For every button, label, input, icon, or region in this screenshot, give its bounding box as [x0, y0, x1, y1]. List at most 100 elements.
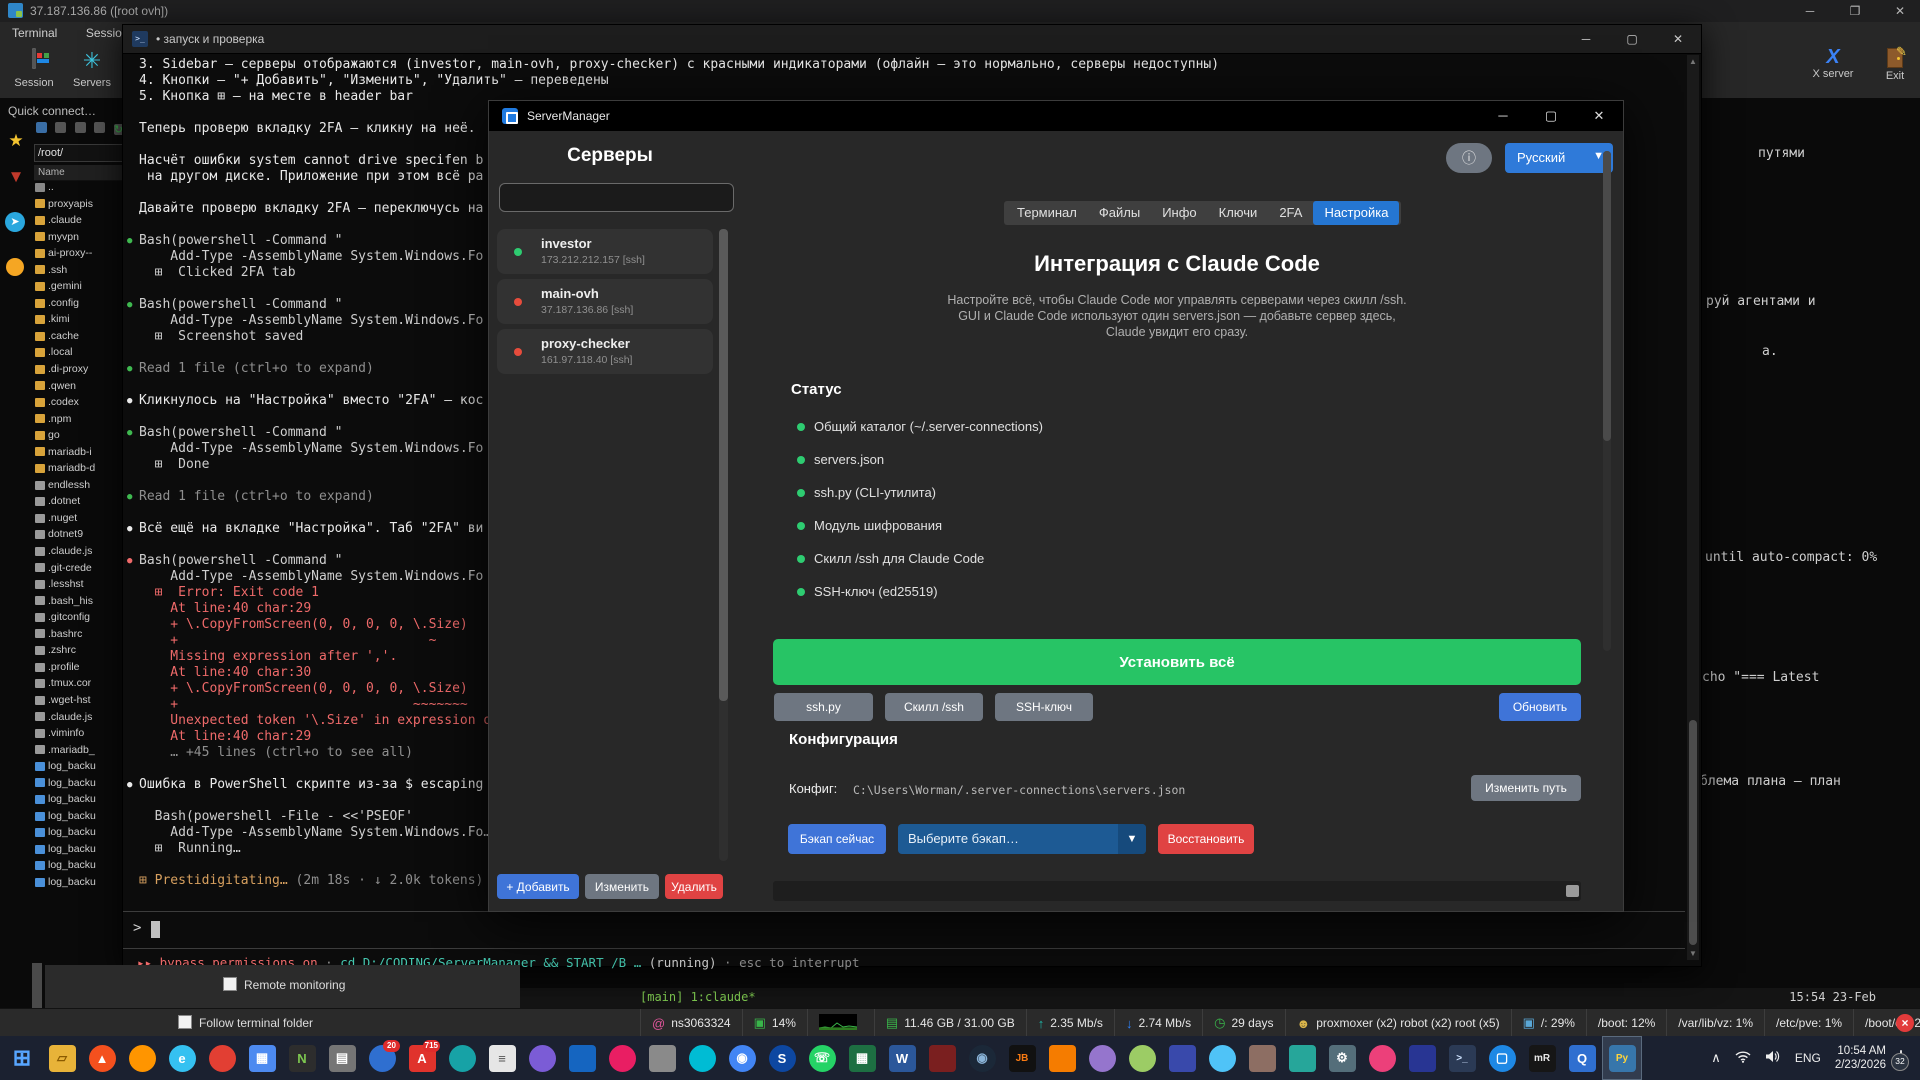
toolbar-exit-button[interactable]: Exit [1868, 46, 1920, 82]
file-tree-item[interactable]: .tmux.cor [34, 677, 123, 694]
server-list-item[interactable]: proxy-checker161.97.118.40 [ssh] [497, 329, 713, 374]
servermanager-close-button[interactable]: ✕ [1575, 101, 1623, 131]
edge-taskbar-icon[interactable]: e [162, 1036, 202, 1080]
backup-now-button[interactable]: Бэкап сейчас [788, 824, 886, 854]
add-server-button[interactable]: + Добавить [497, 874, 579, 899]
file-tree-item[interactable]: .claude.js [34, 711, 123, 728]
brave-taskbar-icon[interactable]: ▲ [82, 1036, 122, 1080]
edit-server-button[interactable]: Изменить [585, 874, 659, 899]
sidebar-grip[interactable] [32, 963, 42, 1008]
server-list-item[interactable]: main-ovh37.187.136.86 [ssh] [497, 279, 713, 324]
follow-terminal-folder-option[interactable]: Follow terminal folder [178, 1015, 313, 1030]
python-taskbar-icon[interactable]: Py [1602, 1036, 1642, 1080]
file-tree-item[interactable]: .ssh [34, 264, 123, 281]
vnc-viewer-taskbar-icon[interactable]: ▢ [1482, 1036, 1522, 1080]
tab-терминал[interactable]: Терминал [1006, 201, 1088, 225]
files-name-header[interactable]: Name [34, 165, 127, 181]
file-tree-item[interactable]: log_backu [34, 793, 123, 810]
file-tree-item[interactable]: .qwen [34, 380, 123, 397]
terminal-minimize-button[interactable]: ─ [1563, 25, 1609, 53]
restore-button[interactable]: Восстановить [1158, 824, 1254, 854]
file-tree-item[interactable]: .local [34, 346, 123, 363]
app-teal-taskbar-icon[interactable] [1282, 1036, 1322, 1080]
firefox-taskbar-icon[interactable] [122, 1036, 162, 1080]
file-tree-item[interactable]: proxyapis [34, 198, 123, 215]
server-list-scrollbar[interactable] [719, 229, 728, 861]
remote-monitoring-checkbox[interactable] [223, 977, 237, 991]
file-tree-item[interactable]: .lesshst [34, 578, 123, 595]
toolbar-session-button[interactable]: Session [6, 48, 62, 91]
discord-taskbar-icon[interactable] [522, 1036, 562, 1080]
file-tree-item[interactable]: myvpn [34, 231, 123, 248]
file-tree-item[interactable]: .wget-hst [34, 694, 123, 711]
file-tree-item[interactable]: .gitconfig [34, 611, 123, 628]
file-tree-item[interactable]: go [34, 429, 123, 446]
file-explorer-taskbar-icon[interactable]: ▱ [42, 1036, 82, 1080]
settings-app-taskbar-icon[interactable]: ⚙ [1322, 1036, 1362, 1080]
app-rose-taskbar-icon[interactable] [1362, 1036, 1402, 1080]
mobaxterm-close-button[interactable]: ✕ [1880, 0, 1920, 22]
file-tree-item[interactable]: .. [34, 181, 123, 198]
install-sshpy-button[interactable]: ssh.py [774, 693, 873, 721]
menu-terminal[interactable]: Terminal [0, 22, 69, 44]
remote-app-taskbar-icon[interactable]: 20 [362, 1036, 402, 1080]
obs-taskbar-icon[interactable] [442, 1036, 482, 1080]
file-tree-item[interactable]: .viminfo [34, 727, 123, 744]
whatsapp-taskbar-icon[interactable]: ☏ [802, 1036, 842, 1080]
toolbar-xserver-button[interactable]: X X server [1806, 46, 1860, 80]
powershell-taskbar-icon[interactable]: >_ [1442, 1036, 1482, 1080]
tab-2fa[interactable]: 2FA [1268, 201, 1313, 225]
quick-connect[interactable]: Quick connect… [8, 104, 96, 118]
file-tree-item[interactable]: .config [34, 297, 123, 314]
tab-настройка[interactable]: Настройка [1313, 201, 1399, 225]
terminal-input-box[interactable]: > [123, 911, 1685, 949]
file-tree-item[interactable]: log_backu [34, 777, 123, 794]
file-tree-item[interactable]: .cache [34, 330, 123, 347]
file-tree-item[interactable]: ai-proxy-- [34, 247, 123, 264]
file-tree-item[interactable]: .di-proxy [34, 363, 123, 380]
file-tree-item[interactable]: .mariadb_ [34, 744, 123, 761]
calculator-taskbar-icon[interactable]: ▤ [322, 1036, 362, 1080]
mobaxterm-minimize-button[interactable]: ─ [1790, 0, 1830, 22]
delete-server-button[interactable]: Удалить [665, 874, 723, 899]
server-list-scroll-thumb[interactable] [719, 229, 728, 701]
install-skill-button[interactable]: Скилл /ssh [885, 693, 983, 721]
servermanager-minimize-button[interactable]: ─ [1479, 101, 1527, 131]
install-sshkey-button[interactable]: SSH-ключ [995, 693, 1093, 721]
file-tree-item[interactable]: .npm [34, 413, 123, 430]
mini-icon[interactable] [55, 122, 66, 133]
mini-icon[interactable] [75, 122, 86, 133]
app-darkred-taskbar-icon[interactable] [922, 1036, 962, 1080]
word-taskbar-icon[interactable]: W [882, 1036, 922, 1080]
servermanager-maximize-button[interactable]: ▢ [1527, 101, 1575, 131]
chrome-taskbar-icon[interactable]: ◉ [722, 1036, 762, 1080]
content-scroll-thumb[interactable] [1603, 151, 1611, 441]
media-red-taskbar-icon[interactable] [202, 1036, 242, 1080]
file-tree-item[interactable]: endlessh [34, 479, 123, 496]
scroll-down-arrow[interactable]: ▼ [1687, 949, 1699, 958]
app-indigo-taskbar-icon[interactable] [1162, 1036, 1202, 1080]
file-tree-item[interactable]: .bashrc [34, 628, 123, 645]
file-tree-item[interactable]: .bash_his [34, 595, 123, 612]
notepadpp-taskbar-icon[interactable]: N [282, 1036, 322, 1080]
file-tree-item[interactable]: dotnet9 [34, 528, 123, 545]
file-tree-item[interactable]: log_backu [34, 826, 123, 843]
steam-taskbar-icon[interactable]: ◉ [962, 1036, 1002, 1080]
terminal-scrollbar[interactable]: ▲ ▼ [1687, 55, 1699, 960]
backup-select-dropdown[interactable]: Выберите бэкап… ▼ [898, 824, 1146, 854]
change-path-button[interactable]: Изменить путь [1471, 775, 1581, 801]
excel-taskbar-icon[interactable]: ▦ [842, 1036, 882, 1080]
scroll-up-arrow[interactable]: ▲ [1687, 57, 1699, 66]
info-button[interactable]: ⓘ [1446, 143, 1492, 173]
file-tree-item[interactable]: .kimi [34, 313, 123, 330]
server-search-input[interactable] [499, 183, 734, 212]
start-taskbar-icon[interactable]: ⊞ [2, 1036, 42, 1080]
file-tree-item[interactable]: .dotnet [34, 495, 123, 512]
path-input[interactable]: /root/ [34, 144, 125, 162]
skype-taskbar-icon[interactable]: S [762, 1036, 802, 1080]
file-tree-item[interactable]: log_backu [34, 859, 123, 876]
app-violet-taskbar-icon[interactable] [1082, 1036, 1122, 1080]
terminal-maximize-button[interactable]: ▢ [1609, 25, 1655, 53]
file-tree-item[interactable]: mariadb-i [34, 446, 123, 463]
app-blue-taskbar-icon[interactable] [562, 1036, 602, 1080]
